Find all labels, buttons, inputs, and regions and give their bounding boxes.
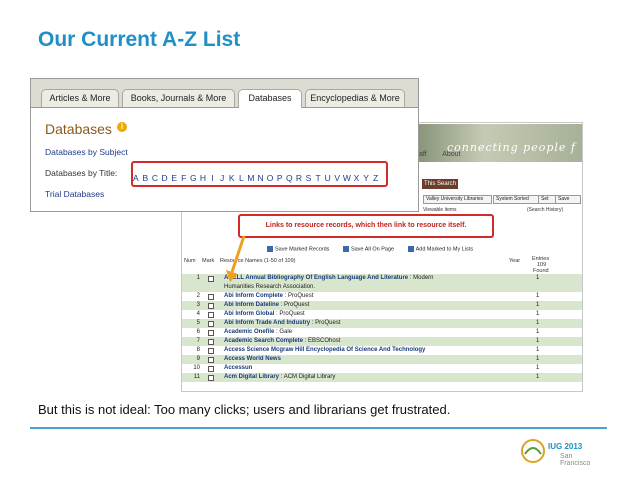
sort-select[interactable]: System Sorted [493,195,539,204]
table-row[interactable]: 4 Abi Inform Global : ProQuest 1 [182,310,582,319]
annotation-callout: Links to resource records, which then li… [238,214,494,238]
table-row[interactable]: 5 Abi Inform Trade And Industry : ProQue… [182,319,582,328]
table-row[interactable]: 6 Academic Onefile : Gale 1 [182,328,582,337]
mark-checkbox[interactable] [208,366,214,372]
mark-checkbox[interactable] [208,294,214,300]
mark-checkbox[interactable] [208,312,214,318]
col-year: Year [509,258,521,264]
az-panel: Articles & More Books, Journals & More D… [30,78,419,212]
save-all-button[interactable]: Save All On Page [342,246,394,252]
table-row[interactable]: 7 Academic Search Complete : EBSCOhost 1 [182,337,582,346]
library-select[interactable]: Valley University Libraries [423,195,492,204]
tab-books-journals[interactable]: Books, Journals & More [122,89,235,107]
col-num: Num [184,258,196,264]
catalog-nav: aff About [419,151,475,158]
logo-emblem-icon [521,439,545,463]
resource-link[interactable]: Abi Inform Trade And Industry [224,320,310,326]
records-toolbar: Save Marked Records Save All On Page Add… [267,246,485,252]
slide-title: Our Current A-Z List [38,28,241,51]
tab-articles[interactable]: Articles & More [41,89,119,107]
table-row[interactable]: 10 Accessun 1 [182,364,582,373]
mark-checkbox[interactable] [208,339,214,345]
viewable-items-label: Viewable items [423,207,457,213]
nav-item[interactable]: About [442,151,460,158]
annotation-arrow-icon [226,235,246,282]
add-to-list-button[interactable]: Add Marked to My Lists [407,246,473,252]
mark-checkbox[interactable] [208,330,214,336]
resource-link[interactable]: Academic Onefile [224,329,274,335]
search-button[interactable]: This Search [422,179,458,189]
info-icon[interactable]: i [117,122,127,132]
resource-link[interactable]: Abi Inform Complete [224,293,283,299]
mark-checkbox[interactable] [208,321,214,327]
table-row[interactable]: 2 Abi Inform Complete : ProQuest 1 [182,292,582,301]
save-all-icon [342,246,349,252]
mark-checkbox[interactable] [208,348,214,354]
table-row[interactable]: 3 Abi Inform Dateline : ProQuest 1 [182,301,582,310]
save-search-button[interactable]: Save [555,195,581,204]
col-mark: Mark [202,258,215,264]
add-list-icon [407,246,414,252]
tab-databases[interactable]: Databases [238,89,302,108]
resource-link[interactable]: Abi Inform Global [224,311,274,317]
mark-checkbox[interactable] [208,375,214,381]
resource-link[interactable]: Abi Inform Dateline [224,302,279,308]
tab-bar: Articles & More Books, Journals & More D… [31,79,418,108]
footer-rule [30,427,607,429]
slide-caption: But this is not ideal: Too many clicks; … [38,402,451,417]
trial-databases-link[interactable]: Trial Databases [45,189,104,199]
search-history-link[interactable]: (Search History) [527,207,563,213]
databases-by-title-label: Databases by Title: [45,168,118,178]
resource-link[interactable]: Access World News [224,356,281,362]
mark-checkbox[interactable] [208,303,214,309]
tab-encyclopedias[interactable]: Encyclopedias & More [305,89,405,107]
iug-logo: IUG 2013 San Francisco [520,438,598,467]
set-button[interactable]: Set [538,195,556,204]
mark-checkbox[interactable] [208,357,214,363]
alphabet-highlight [131,161,388,187]
table-row-continued: Humanities Research Association. [182,283,582,292]
table-row[interactable]: 8 Access Science Mcgraw Hill Encyclopedi… [182,346,582,355]
save-marked-button[interactable]: Save Marked Records [267,246,329,252]
mark-checkbox[interactable] [208,276,214,282]
save-icon [267,246,273,252]
resource-link[interactable]: Access Science Mcgraw Hill Encyclopedia … [224,347,425,353]
logo-text: IUG 2013 [548,442,583,451]
panel-title: Databases [45,121,112,137]
table-row[interactable]: 9 Access World News 1 [182,355,582,364]
resource-link[interactable]: Accessun [224,365,252,371]
logo-subtitle: San Francisco [560,453,591,467]
databases-by-subject-link[interactable]: Databases by Subject [45,147,128,157]
nav-item[interactable]: aff [419,151,427,158]
resource-link[interactable]: Academic Search Complete [224,338,303,344]
table-row[interactable]: 11 Acm Digital Library : ACM Digital Lib… [182,373,582,382]
resource-link[interactable]: Acm Digital Library [224,374,279,380]
